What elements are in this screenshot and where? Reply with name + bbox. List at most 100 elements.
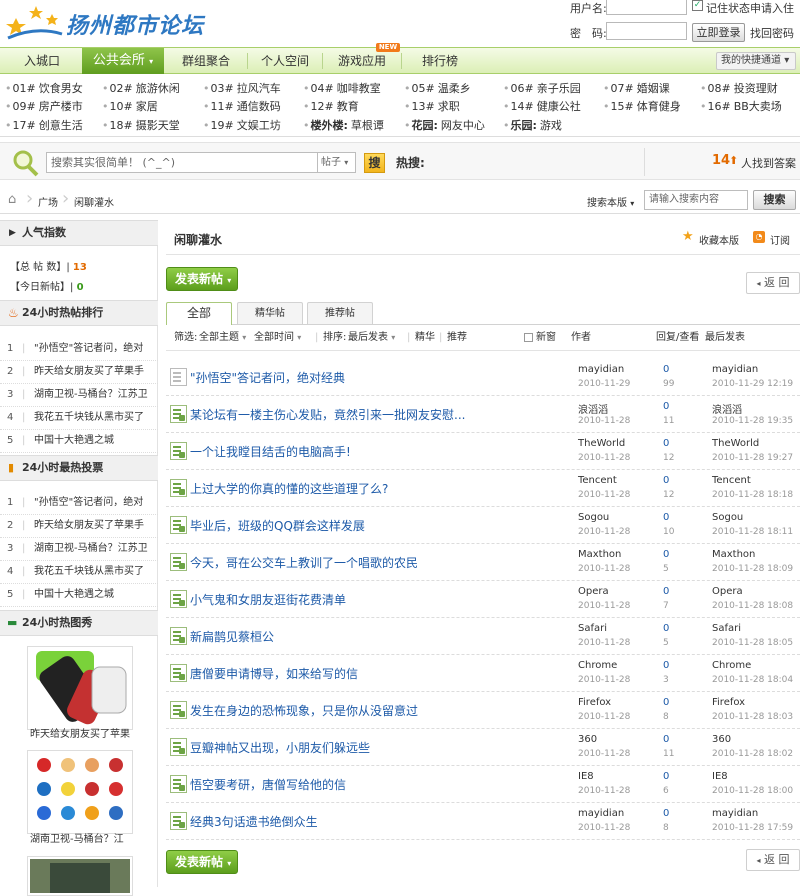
side-list-item[interactable]: 2 | 昨天给女朋友买了苹果手 bbox=[0, 361, 158, 384]
thread-author[interactable]: 浪滔滔 bbox=[578, 401, 608, 416]
nav-personal-space[interactable]: 个人空间 bbox=[248, 48, 322, 74]
thread-author[interactable]: mayidian bbox=[578, 808, 624, 819]
tab-digest[interactable]: 精华帖 bbox=[237, 302, 303, 324]
thread-last-user[interactable]: Opera bbox=[712, 586, 743, 597]
thread-replies[interactable]: 0 bbox=[663, 697, 669, 708]
board-link[interactable]: •10# 家居 bbox=[102, 98, 158, 114]
thread-replies[interactable]: 0 bbox=[663, 660, 669, 671]
thread-replies[interactable]: 0 bbox=[663, 512, 669, 523]
home-icon[interactable]: ⌂ bbox=[8, 192, 16, 207]
side-list-item[interactable]: 5 | 中国十大艳遇之城 bbox=[0, 430, 158, 453]
thread-title[interactable]: "孙悟空"答记者问，绝对经典 bbox=[190, 369, 345, 386]
thread-author[interactable]: Tencent bbox=[578, 475, 617, 486]
nav-ranking[interactable]: 排行榜 bbox=[404, 48, 476, 74]
thread-last-user[interactable]: Maxthon bbox=[712, 549, 755, 560]
thread-title[interactable]: 一个让我瞠目结舌的电脑高手! bbox=[190, 443, 351, 460]
thread-last-user[interactable]: Sogou bbox=[712, 512, 743, 523]
thread-replies[interactable]: 0 bbox=[663, 475, 669, 486]
side-list-item[interactable]: 4 | 我花五千块钱从黑市买了 bbox=[0, 407, 158, 430]
new-window-checkbox[interactable] bbox=[524, 333, 533, 342]
board-link[interactable]: •17# 创意生活 bbox=[5, 117, 83, 133]
breadcrumb-square[interactable]: 广场 bbox=[38, 194, 58, 209]
thread-last-user[interactable]: mayidian bbox=[712, 808, 758, 819]
thread-title[interactable]: 经典3句话遗书绝倒众生 bbox=[190, 813, 318, 830]
thread-replies[interactable]: 0 bbox=[663, 401, 669, 412]
filter-all-topics[interactable]: 全部主题 ▾ bbox=[199, 325, 246, 351]
board-search-scope[interactable]: 搜索本版 ▾ bbox=[587, 194, 634, 209]
board-link[interactable]: •08# 投资理财 bbox=[700, 80, 778, 96]
filter-all-time[interactable]: 全部时间 ▾ bbox=[254, 325, 301, 351]
thread-last-user[interactable]: Firefox bbox=[712, 697, 745, 708]
thread-title[interactable]: 豆瓣神帖又出现，小朋友们躲远些 bbox=[190, 739, 370, 756]
thread-author[interactable]: Safari bbox=[578, 623, 607, 634]
hot-pic-partial[interactable] bbox=[27, 856, 133, 896]
board-link[interactable]: •01# 饮食男女 bbox=[5, 80, 83, 96]
board-link[interactable]: •16# BB大卖场 bbox=[700, 98, 782, 114]
search-scope-select[interactable]: 帖子 ▾ bbox=[318, 152, 356, 173]
sort-select[interactable]: 最后发表 ▾ bbox=[348, 325, 395, 351]
thread-author[interactable]: Chrome bbox=[578, 660, 617, 671]
board-link[interactable]: •02# 旅游休闲 bbox=[102, 80, 180, 96]
search-button[interactable]: 搜 bbox=[364, 153, 385, 173]
thread-title[interactable]: 唐僧要申请博导，如来给写的信 bbox=[190, 665, 358, 682]
board-link[interactable]: •03# 拉风汽车 bbox=[203, 80, 281, 96]
board-link[interactable]: •09# 房产楼市 bbox=[5, 98, 83, 114]
back-button-bottom[interactable]: ◂ 返 回 bbox=[746, 849, 800, 871]
hot-pic-caption[interactable]: 昨天给女朋友买了苹果 bbox=[30, 725, 140, 740]
board-link[interactable]: •05# 温柔乡 bbox=[404, 80, 471, 96]
side-list-item[interactable]: 3 | 湖南卫视-马桶台？江苏卫 bbox=[0, 384, 158, 407]
thread-author[interactable]: 360 bbox=[578, 734, 597, 745]
board-link[interactable]: •14# 健康公社 bbox=[503, 98, 581, 114]
quick-access-select[interactable]: 我的快捷通道 ▾ bbox=[716, 52, 796, 70]
username-input[interactable] bbox=[606, 0, 687, 15]
nav-entrance[interactable]: 入城口 bbox=[6, 48, 78, 74]
board-link[interactable]: •15# 体育健身 bbox=[603, 98, 681, 114]
board-link[interactable]: •04# 咖啡教室 bbox=[303, 80, 381, 96]
nav-groups[interactable]: 群组聚合 bbox=[166, 48, 246, 74]
board-link[interactable]: •19# 文娱工坊 bbox=[203, 117, 281, 133]
new-post-button[interactable]: 发表新帖 ▾ bbox=[166, 267, 238, 291]
favorite-board-link[interactable]: 收藏本版 bbox=[699, 232, 739, 247]
board-link[interactable]: •11# 通信数码 bbox=[203, 98, 281, 114]
new-post-button-bottom[interactable]: 发表新帖 ▾ bbox=[166, 850, 238, 874]
thread-replies[interactable]: 0 bbox=[663, 549, 669, 560]
thread-title[interactable]: 悟空要考研，唐僧写给他的信 bbox=[190, 776, 346, 793]
thread-last-user[interactable]: Tencent bbox=[712, 475, 751, 486]
board-link[interactable]: •18# 摄影天堂 bbox=[102, 117, 180, 133]
thread-title[interactable]: 某论坛有一楼主伤心发贴，竟然引来一批网友安慰... bbox=[190, 406, 465, 423]
site-logo[interactable]: 扬州都市论坛 bbox=[6, 2, 206, 44]
forgot-password-link[interactable]: 找回密码 bbox=[750, 25, 794, 41]
thread-title[interactable]: 新扁鹊见蔡桓公 bbox=[190, 628, 274, 645]
thread-replies[interactable]: 0 bbox=[663, 364, 669, 375]
thread-title[interactable]: 发生在身边的恐怖现象，只是你从没留意过 bbox=[190, 702, 418, 719]
side-list-item[interactable]: 2 | 昨天给女朋友买了苹果手 bbox=[0, 515, 158, 538]
password-input[interactable] bbox=[606, 22, 687, 40]
thread-author[interactable]: mayidian bbox=[578, 364, 624, 375]
side-list-item[interactable]: 3 | 湖南卫视-马桶台？江苏卫 bbox=[0, 538, 158, 561]
thread-author[interactable]: Firefox bbox=[578, 697, 611, 708]
back-button[interactable]: ◂ 返 回 bbox=[746, 272, 800, 294]
nav-public-club[interactable]: 公共会所 ▾ bbox=[82, 48, 164, 74]
thread-last-user[interactable]: mayidian bbox=[712, 364, 758, 375]
filter-digest[interactable]: 精华 bbox=[415, 325, 435, 351]
tab-all[interactable]: 全部 bbox=[166, 302, 232, 325]
side-list-item[interactable]: 5 | 中国十大艳遇之城 bbox=[0, 584, 158, 607]
thread-last-user[interactable]: IE8 bbox=[712, 771, 728, 782]
side-list-item[interactable]: 1 | "孙悟空"答记者问，绝对 bbox=[0, 338, 158, 361]
side-list-item[interactable]: 1 | "孙悟空"答记者问，绝对 bbox=[0, 492, 158, 515]
thread-title[interactable]: 小气鬼和女朋友逛街花费清单 bbox=[190, 591, 346, 608]
board-link[interactable]: •07# 婚姻课 bbox=[603, 80, 670, 96]
thread-author[interactable]: Opera bbox=[578, 586, 609, 597]
thread-last-user[interactable]: TheWorld bbox=[712, 438, 759, 449]
thread-last-user[interactable]: Safari bbox=[712, 623, 741, 634]
thread-replies[interactable]: 0 bbox=[663, 438, 669, 449]
board-link[interactable]: •花园: 网友中心 bbox=[404, 117, 485, 133]
board-link[interactable]: •乐园: 游戏 bbox=[503, 117, 562, 133]
hot-pic-tv-logos[interactable] bbox=[27, 750, 133, 834]
thread-title[interactable]: 毕业后，班级的QQ群会这样发展 bbox=[190, 517, 365, 534]
thread-replies[interactable]: 0 bbox=[663, 808, 669, 819]
board-search-button[interactable]: 搜索 bbox=[753, 190, 796, 210]
breadcrumb-current-board[interactable]: 闲聊灌水 bbox=[74, 194, 114, 209]
thread-author[interactable]: TheWorld bbox=[578, 438, 625, 449]
thread-author[interactable]: Maxthon bbox=[578, 549, 621, 560]
